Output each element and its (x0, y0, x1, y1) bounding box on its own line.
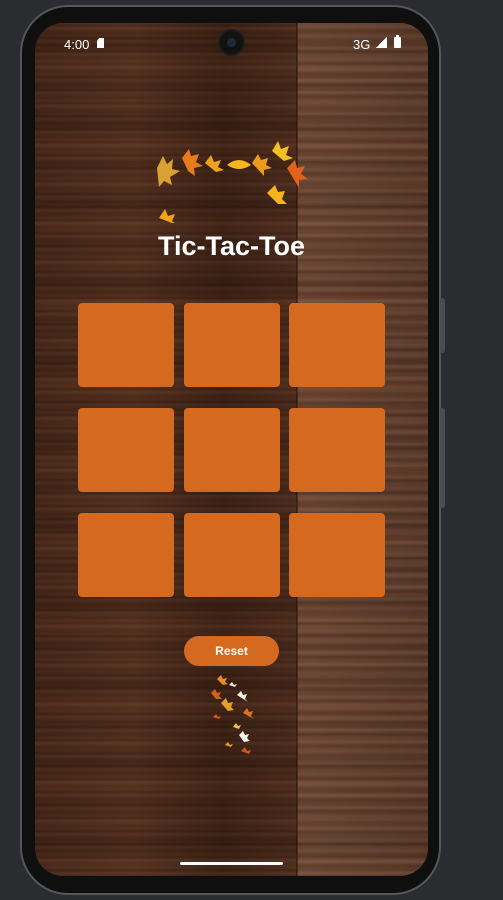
board-cell[interactable] (78, 303, 174, 387)
power-button[interactable] (440, 298, 445, 353)
board-cell[interactable] (78, 408, 174, 492)
leaf-icon (211, 675, 254, 754)
front-camera (220, 31, 243, 54)
volume-button[interactable] (440, 408, 445, 508)
signal-icon (376, 37, 387, 48)
battery-icon (394, 35, 401, 48)
board-cell[interactable] (184, 303, 280, 387)
app-screen: 4:00 3G Tic-Tac-Toe Reset (35, 23, 428, 876)
sd-card-icon (97, 38, 104, 48)
network-type: 3G (353, 37, 371, 52)
board-cell[interactable] (184, 513, 280, 597)
home-indicator[interactable] (180, 862, 283, 865)
autumn-leaves-garland (157, 141, 308, 223)
board-cell[interactable] (289, 303, 385, 387)
status-bar: 4:00 3G (35, 23, 428, 65)
board-cell[interactable] (78, 513, 174, 597)
board-cell[interactable] (289, 513, 385, 597)
game-title: Tic-Tac-Toe (157, 231, 306, 261)
reset-button[interactable]: Reset (184, 636, 279, 666)
falling-leaves (211, 675, 254, 754)
status-time: 4:00 (64, 37, 90, 52)
board-cell[interactable] (289, 408, 385, 492)
board-cell[interactable] (184, 408, 280, 492)
leaf-icon (157, 141, 308, 223)
